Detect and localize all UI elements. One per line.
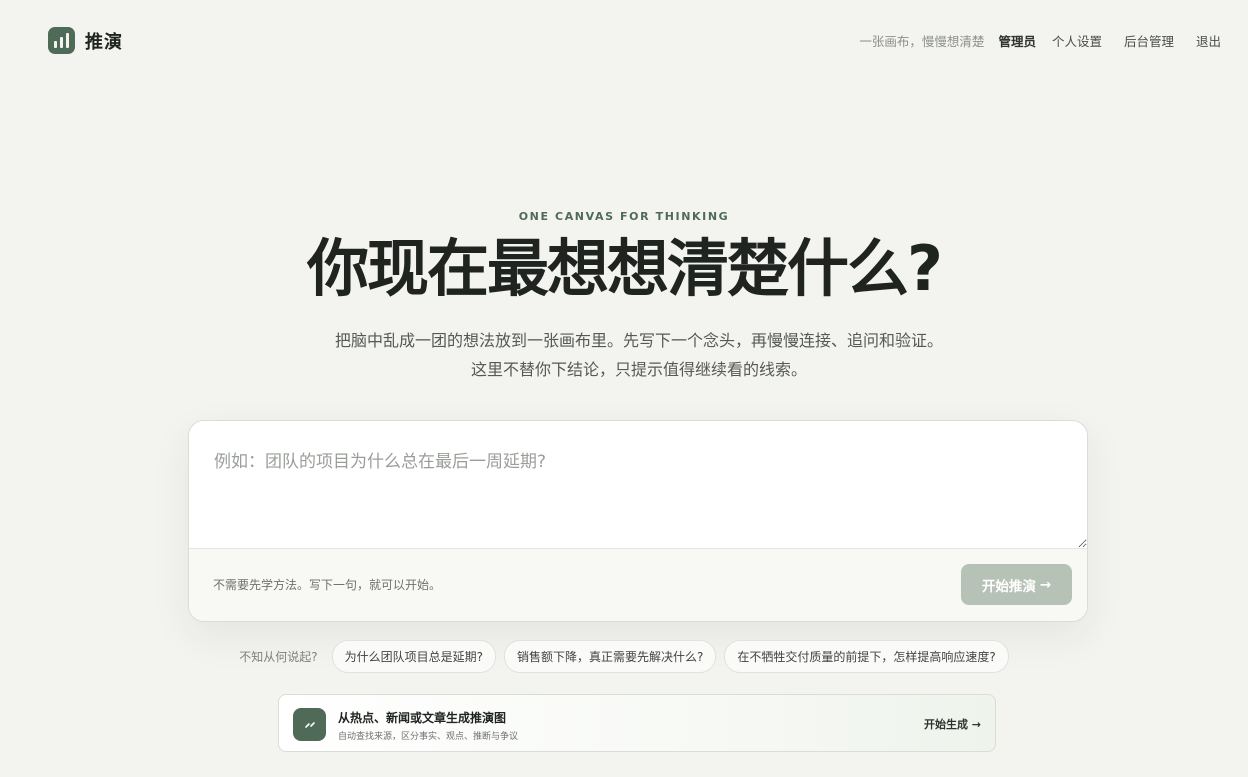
hero-description: 把脑中乱成一团的想法放到一张画布里。先写下一个念头，再慢慢连接、追问和验证。这里… bbox=[334, 331, 943, 379]
suggestion-chip[interactable]: 为什么团队项目总是延期? bbox=[331, 640, 496, 673]
question-input[interactable] bbox=[189, 421, 1087, 548]
nav-logout[interactable]: 退出 bbox=[1196, 31, 1221, 50]
generate-from-article-card[interactable]: 从热点、新闻或文章生成推演图 自动查找来源，区分事实、观点、推断与争议 开始生成… bbox=[278, 694, 996, 752]
header-tagline: 一张画布，慢慢想清楚 bbox=[859, 34, 985, 49]
suggestion-label: 不知从何说起? bbox=[239, 650, 318, 664]
top-nav: 一张画布，慢慢想清楚 管理员 个人设置 后台管理 退出 bbox=[859, 31, 1221, 50]
brand-logo[interactable]: 推演 bbox=[48, 27, 123, 54]
start-button-label: 开始推演 bbox=[981, 578, 1036, 595]
bar-chart-icon bbox=[48, 27, 75, 54]
question-input-card: 不需要先学方法。写下一句，就可以开始。 开始推演 → bbox=[188, 420, 1088, 622]
generate-start-link[interactable]: 开始生成 → bbox=[924, 716, 981, 732]
arrow-right-icon: → bbox=[1039, 576, 1052, 593]
link-icon bbox=[293, 708, 326, 741]
brand-name: 推演 bbox=[85, 31, 123, 53]
suggestion-row: 不知从何说起? 为什么团队项目总是延期? 销售额下降，真正需要先解决什么? 在不… bbox=[0, 640, 1248, 673]
input-card-footer: 不需要先学方法。写下一句，就可以开始。 开始推演 → bbox=[189, 548, 1087, 621]
suggestion-chip[interactable]: 在不牺牲交付质量的前提下，怎样提高响应速度? bbox=[724, 640, 1009, 673]
nav-personal-settings[interactable]: 个人设置 bbox=[1052, 31, 1102, 50]
top-header: 推演 一张画布，慢慢想清楚 管理员 个人设置 后台管理 退出 bbox=[0, 0, 1248, 80]
input-hint: 不需要先学方法。写下一句，就可以开始。 bbox=[213, 578, 442, 592]
generate-card-title: 从热点、新闻或文章生成推演图 bbox=[338, 711, 507, 725]
hero-eyebrow: ONE CANVAS FOR THINKING bbox=[518, 210, 730, 223]
suggestion-chip[interactable]: 销售额下降，真正需要先解决什么? bbox=[504, 640, 717, 673]
nav-admin-console[interactable]: 后台管理 bbox=[1124, 31, 1174, 50]
generate-card-subtitle: 自动查找来源，区分事实、观点、推断与争议 bbox=[338, 732, 519, 742]
link-icon-glyph bbox=[304, 721, 315, 728]
current-username: 管理员 bbox=[998, 34, 1036, 49]
hero-title: 你现在最想想清楚什么? bbox=[307, 232, 943, 305]
start-deduction-button[interactable]: 开始推演 → bbox=[961, 564, 1072, 605]
